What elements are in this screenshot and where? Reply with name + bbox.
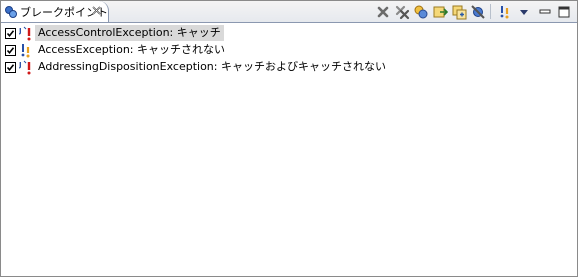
exception-uncaught-icon	[19, 43, 33, 58]
minimize-icon[interactable]	[537, 4, 553, 20]
breakpoint-label: AccessControlException: キャッチ	[35, 25, 224, 41]
tab-breakpoints[interactable]: ブレークポイント	[1, 1, 109, 22]
list-item[interactable]: AccessException: キャッチされない	[1, 42, 577, 59]
breakpoint-checkbox[interactable]	[5, 45, 16, 56]
view-toolbar	[367, 1, 577, 22]
list-item[interactable]: J AddressingDispositionException: キャッチおよ…	[1, 59, 577, 76]
breakpoints-icon	[4, 5, 18, 19]
breakpoint-label: AccessException: キャッチされない	[38, 43, 225, 56]
breakpoint-checkbox[interactable]	[5, 28, 16, 39]
breakpoint-checkbox[interactable]	[5, 62, 16, 73]
go-to-file-icon[interactable]	[432, 4, 448, 20]
show-supported-breakpoints-icon[interactable]	[413, 4, 429, 20]
close-tab-icon[interactable]	[91, 5, 102, 16]
remove-selected-breakpoints-icon[interactable]	[375, 4, 391, 20]
exception-caught-uncaught-icon: J	[19, 60, 33, 75]
toolbar-separator	[490, 4, 491, 19]
breakpoint-label: AddressingDispositionException: キャッチおよびキ…	[38, 60, 386, 73]
exception-caught-icon: J	[19, 26, 33, 41]
breakpoints-view: ブレークポイント J AccessControlException: キャッチ …	[0, 0, 578, 277]
skip-all-breakpoints-icon[interactable]	[470, 4, 486, 20]
expand-all-icon[interactable]	[451, 4, 467, 20]
view-menu-icon[interactable]	[516, 4, 532, 20]
remove-all-breakpoints-icon[interactable]	[394, 4, 410, 20]
view-header: ブレークポイント	[1, 1, 577, 23]
svg-text:J: J	[19, 27, 22, 35]
maximize-icon[interactable]	[556, 4, 572, 20]
list-item[interactable]: J AccessControlException: キャッチ	[1, 25, 577, 42]
svg-text:J: J	[19, 61, 22, 69]
add-java-exception-breakpoint-icon[interactable]	[497, 4, 513, 20]
